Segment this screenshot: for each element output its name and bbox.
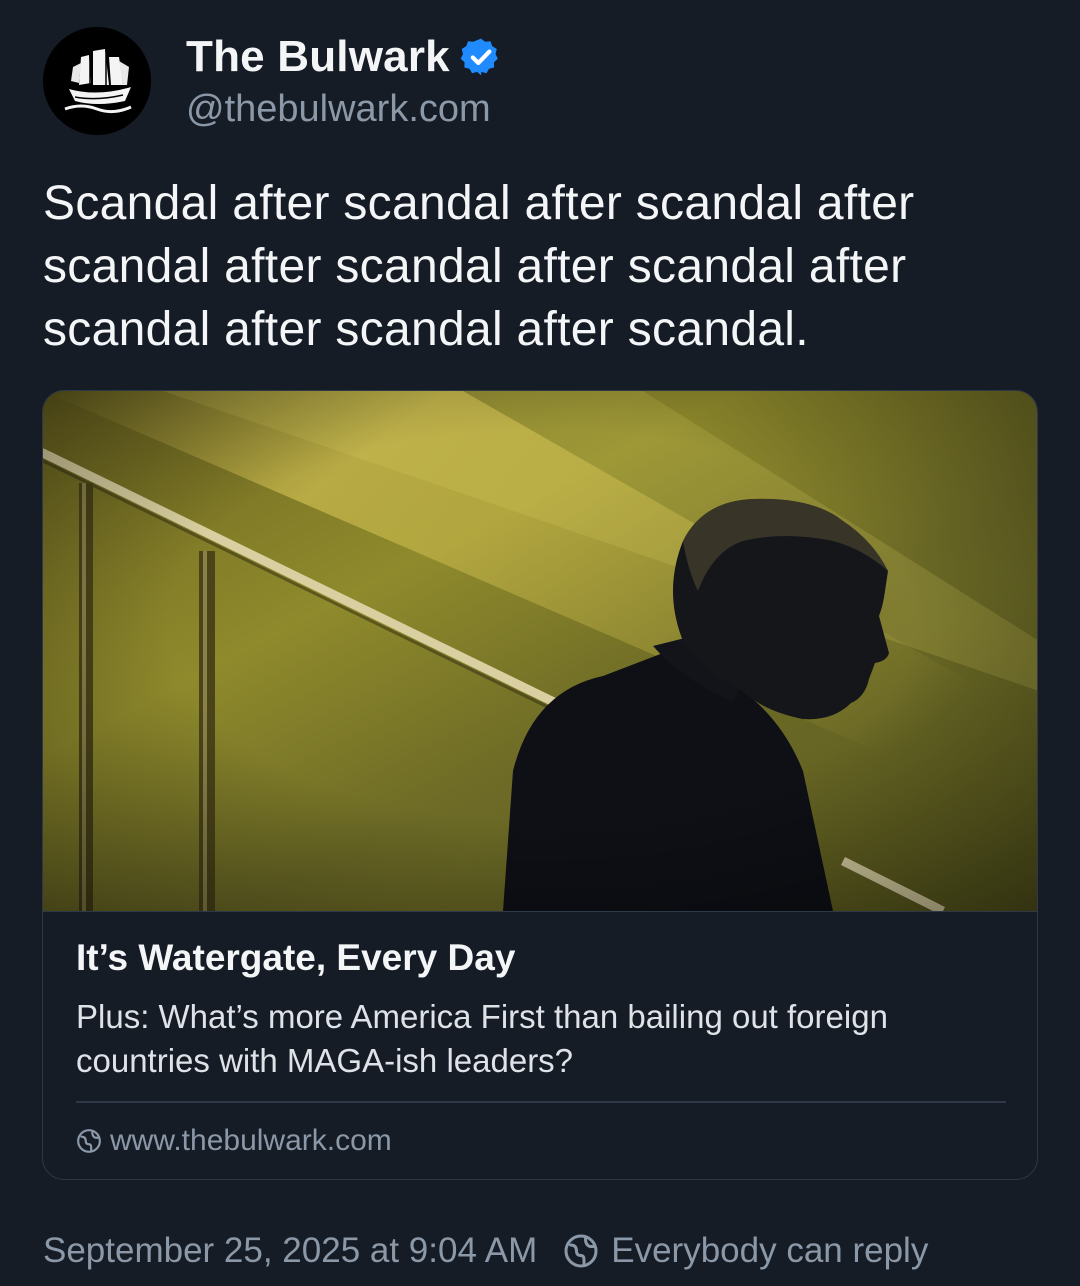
ship-logo-icon [43,27,151,135]
reply-setting-label: Everybody can reply [611,1231,929,1270]
post-timestamp[interactable]: September 25, 2025 at 9:04 AM [43,1231,537,1271]
author-avatar[interactable] [43,27,151,135]
author-name-row: The Bulwark [186,30,502,84]
card-image-divider [43,911,1037,912]
verified-badge-icon[interactable] [460,36,502,78]
reply-setting[interactable]: Everybody can reply [563,1231,928,1271]
author-handle[interactable]: @thebulwark.com [186,88,491,131]
globe-icon [563,1233,599,1269]
card-domain: www.thebulwark.com [110,1124,392,1157]
card-divider [76,1101,1006,1103]
card-description: Plus: What’s more America First than bai… [76,998,888,1079]
post-footer: September 25, 2025 at 9:04 AM Everybody … [43,1226,928,1276]
card-title: It’s Watergate, Every Day [76,937,516,978]
author-name[interactable]: The Bulwark [186,32,450,82]
card-domain-row: www.thebulwark.com [76,1119,392,1163]
post: The Bulwark @thebulwark.com Scandal afte… [0,0,1080,1286]
link-preview-card[interactable]: It’s Watergate, Every Day Plus: What’s m… [42,390,1038,1180]
card-thumbnail-image [43,391,1037,911]
globe-icon [76,1128,102,1154]
post-text: Scandal after scandal after scandal afte… [43,177,915,356]
